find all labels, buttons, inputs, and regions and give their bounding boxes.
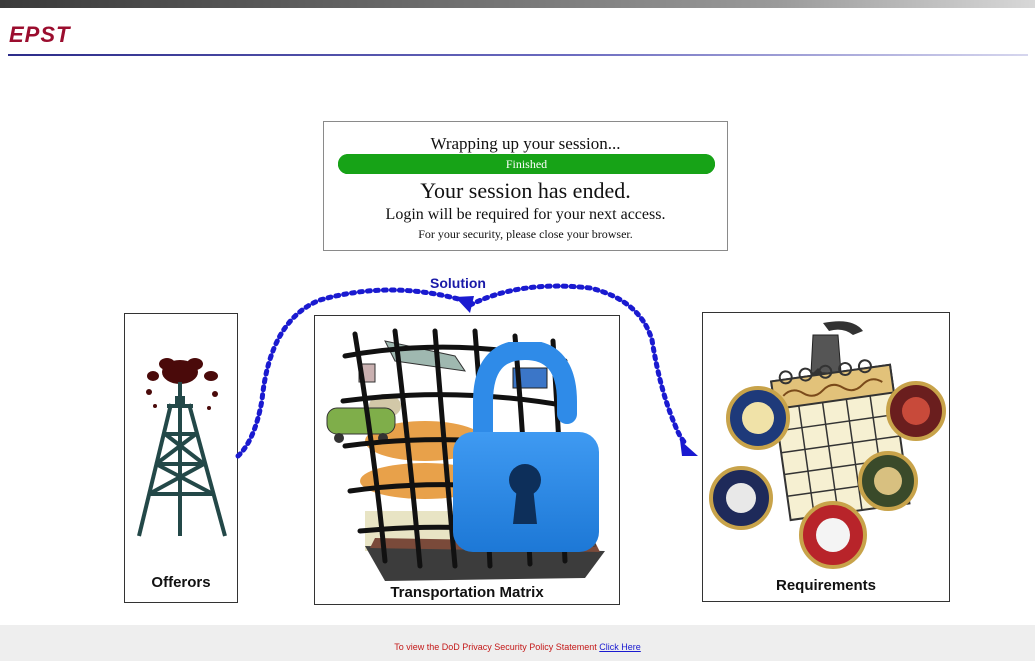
oil-derrick-icon xyxy=(137,358,227,537)
wrapping-message: Wrapping up your session... xyxy=(430,134,621,153)
progress-label: Finished xyxy=(505,157,548,171)
fuel-calendar-icon xyxy=(709,321,946,569)
session-status-box: Wrapping up your session... Finished You… xyxy=(323,121,728,251)
session-progress-bar: Finished xyxy=(338,154,715,174)
privacy-policy-link[interactable]: Click Here xyxy=(599,642,641,652)
close-browser-message: For your security, please close your bro… xyxy=(418,227,633,241)
arrowhead-icon xyxy=(455,296,474,313)
footer-text: To view the DoD Privacy Security Policy … xyxy=(394,642,597,652)
transportation-matrix-panel: Transportation Matrix xyxy=(314,315,620,605)
brand-divider xyxy=(8,54,1028,56)
transportation-matrix-label: Transportation Matrix xyxy=(390,584,544,601)
brand-title: EPST xyxy=(9,22,71,47)
padlock-icon xyxy=(453,342,599,552)
solution-label: Solution xyxy=(430,275,486,291)
footer: To view the DoD Privacy Security Policy … xyxy=(0,625,1035,661)
top-gradient-bar xyxy=(0,0,1035,8)
offerors-label: Offerors xyxy=(151,574,211,591)
requirements-panel: Requirements xyxy=(702,312,950,602)
arrowhead-icon xyxy=(680,440,698,456)
requirements-label: Requirements xyxy=(775,577,877,594)
offerors-panel: Offerors xyxy=(124,313,238,603)
session-ended-message: Your session has ended. xyxy=(420,178,631,203)
login-required-message: Login will be required for your next acc… xyxy=(385,206,666,223)
